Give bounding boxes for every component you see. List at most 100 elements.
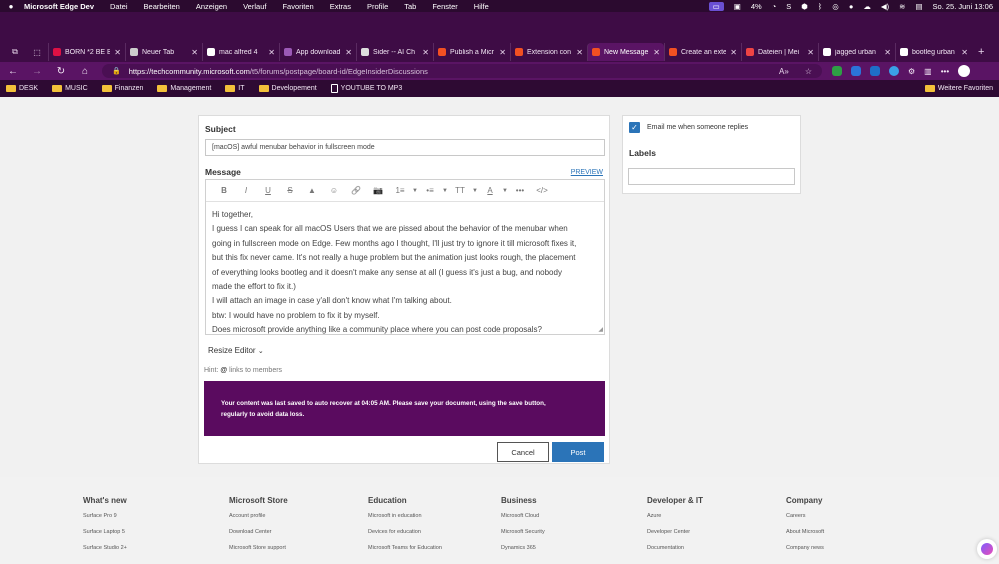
footer-link[interactable]: Microsoft Security — [501, 529, 545, 535]
footer-link[interactable]: Careers — [786, 513, 824, 519]
tab-11[interactable]: bootleg urban ✕ — [895, 43, 972, 61]
underline-icon[interactable]: U — [257, 186, 279, 195]
new-tab-icon[interactable]: + — [978, 46, 984, 58]
close-icon[interactable]: ✕ — [191, 48, 198, 57]
message-editor[interactable]: B I U S ▲ ☺ 🔗 📷 1≡ ▼ •≡ ▼ TT ▼ A ▼ ••• <… — [205, 179, 605, 335]
menu-fenster[interactable]: Fenster — [424, 2, 465, 11]
chevron-down-icon[interactable]: ▼ — [441, 188, 449, 194]
bold-icon[interactable]: B — [213, 186, 235, 195]
footer-link[interactable]: About Microsoft — [786, 529, 824, 535]
forward-icon[interactable]: → — [30, 66, 44, 77]
url-field[interactable]: 🔒 https://techcommunity.microsoft.com/t5… — [102, 64, 822, 78]
close-icon[interactable]: ✕ — [961, 48, 968, 57]
close-icon[interactable]: ✕ — [576, 48, 583, 57]
bookmark-item[interactable]: Management — [157, 84, 211, 93]
photo-icon[interactable]: 📷 — [367, 186, 389, 195]
menu-datei[interactable]: Datei — [102, 2, 136, 11]
bulleted-list-icon[interactable]: •≡ — [419, 186, 441, 195]
drop-icon[interactable]: ● — [849, 2, 854, 11]
tab-3[interactable]: App download ✕ — [279, 43, 356, 61]
bookmark-item[interactable]: DESK — [6, 84, 38, 93]
resize-handle-icon[interactable]: ◢ — [598, 326, 603, 333]
network-icon[interactable]: ◔ — [772, 2, 777, 11]
menu-hilfe[interactable]: Hilfe — [466, 2, 497, 11]
menu-extras[interactable]: Extras — [322, 2, 359, 11]
split-screen-icon[interactable]: ▥ — [924, 67, 932, 76]
bookmark-item[interactable]: MUSIC — [52, 84, 88, 93]
editor-body[interactable]: Hi together, I guess I can speak for all … — [206, 202, 604, 334]
footer-link[interactable]: Microsoft Teams for Education — [368, 545, 442, 551]
extensions-puzzle-icon[interactable]: ⚙ — [908, 67, 915, 76]
italic-icon[interactable]: I — [235, 186, 257, 195]
close-icon[interactable]: ✕ — [345, 48, 352, 57]
back-icon[interactable]: ← — [6, 66, 20, 77]
spoiler-icon[interactable]: ▲ — [301, 186, 323, 195]
extension-b-icon[interactable] — [870, 66, 880, 76]
apple-icon[interactable]: ● — [0, 2, 22, 11]
close-icon[interactable]: ✕ — [730, 48, 737, 57]
footer-link[interactable]: Surface Studio 2+ — [83, 545, 127, 551]
email-replies-checkbox[interactable]: ✓ — [629, 122, 640, 133]
footer-link[interactable]: Surface Laptop 5 — [83, 529, 127, 535]
link-icon[interactable]: 🔗 — [345, 186, 367, 195]
bookmark-item[interactable]: Developement — [258, 84, 317, 93]
extension-green-icon[interactable] — [832, 66, 842, 76]
shield-icon[interactable]: ⬢ — [801, 2, 808, 11]
footer-link[interactable]: Microsoft Cloud — [501, 513, 545, 519]
more-menu-icon[interactable]: ••• — [941, 67, 949, 76]
close-icon[interactable]: ✕ — [268, 48, 275, 57]
favorite-star-icon[interactable]: ☆ — [805, 67, 812, 76]
menu-verlauf[interactable]: Verlauf — [235, 2, 274, 11]
footer-link[interactable]: Developer Center — [647, 529, 703, 535]
extension-edge-icon[interactable] — [889, 66, 899, 76]
tab-10[interactable]: jagged urban ✕ — [818, 43, 895, 61]
post-button[interactable]: Post — [552, 442, 604, 462]
control-center-icon[interactable]: ▤ — [915, 2, 922, 11]
profile-icon[interactable]: ⧉ — [4, 43, 26, 61]
footer-link[interactable]: Company news — [786, 545, 824, 551]
more-icon[interactable]: ••• — [509, 186, 531, 195]
menu-anzeigen[interactable]: Anzeigen — [188, 2, 235, 11]
text-color-icon[interactable]: A — [479, 186, 501, 195]
close-icon[interactable]: ✕ — [499, 48, 506, 57]
footer-link[interactable]: Devices for education — [368, 529, 442, 535]
subject-input[interactable]: [macOS] awful menubar behavior in fullsc… — [205, 139, 605, 156]
cloud-icon[interactable]: ☁ — [863, 2, 871, 11]
numbered-list-icon[interactable]: 1≡ — [389, 186, 411, 195]
tab-0[interactable]: BORN *2 BE B ✕ — [48, 43, 125, 61]
menu-bearbeiten[interactable]: Bearbeiten — [136, 2, 188, 11]
close-icon[interactable]: ✕ — [114, 48, 121, 57]
bookmark-item[interactable]: Finanzen — [101, 84, 143, 93]
close-icon[interactable]: ✕ — [653, 48, 660, 57]
footer-link[interactable]: Microsoft Store support — [229, 545, 288, 551]
bing-copilot-icon[interactable] — [958, 65, 971, 77]
bookmark-more[interactable]: Weitere Favoriten — [924, 85, 993, 92]
battery-icon[interactable]: ▣ — [734, 2, 741, 11]
footer-link[interactable]: Surface Pro 9 — [83, 513, 127, 519]
footer-link[interactable]: Azure — [647, 513, 703, 519]
menu-profile[interactable]: Profile — [359, 2, 396, 11]
footer-link[interactable]: Download Center — [229, 529, 288, 535]
wifi-icon[interactable]: ≋ — [899, 2, 905, 11]
code-icon[interactable]: </> — [531, 186, 553, 195]
footer-link[interactable]: Account profile — [229, 513, 288, 519]
s-app-icon[interactable]: S — [786, 2, 791, 11]
vpn-icon[interactable]: ◎ — [832, 2, 839, 11]
tab-6[interactable]: Extension con ✕ — [510, 43, 587, 61]
bluetooth-icon[interactable]: ᛒ — [818, 2, 823, 11]
chevron-down-icon[interactable]: ▼ — [411, 188, 419, 194]
labels-input[interactable] — [628, 168, 795, 185]
text-size-icon[interactable]: TT — [449, 186, 471, 195]
close-icon[interactable]: ✕ — [422, 48, 429, 57]
screen-share-icon[interactable]: ▭ — [708, 1, 724, 11]
preview-link[interactable]: PREVIEW — [571, 169, 603, 176]
workspaces-icon[interactable]: ⬚ — [26, 43, 48, 61]
tab-4[interactable]: Sider -- AI Ch ✕ — [356, 43, 433, 61]
chevron-down-icon[interactable]: ▼ — [501, 188, 509, 194]
refresh-icon[interactable]: ↻ — [54, 66, 68, 77]
resize-editor-toggle[interactable]: Resize Editor ⌄ — [208, 346, 264, 355]
cancel-button[interactable]: Cancel — [497, 442, 549, 462]
strikethrough-icon[interactable]: S — [279, 186, 301, 195]
tab-7[interactable]: New Message ✕ — [587, 43, 664, 61]
bookmark-item[interactable]: YOUTUBE TO MP3 — [330, 84, 402, 93]
